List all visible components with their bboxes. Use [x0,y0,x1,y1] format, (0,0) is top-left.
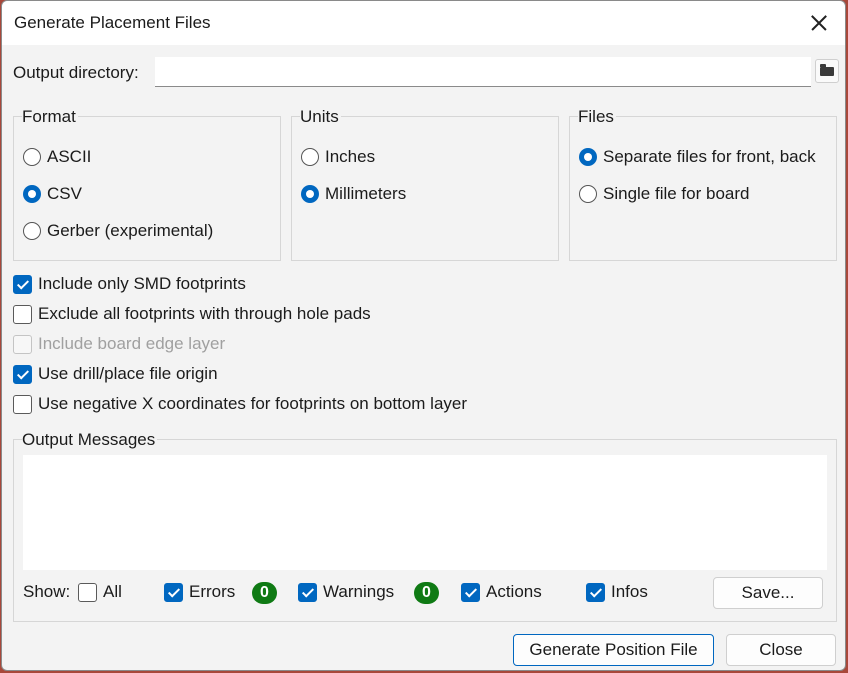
errors-count-badge: 0 [252,582,277,604]
show-infos-checkbox[interactable]: Infos [586,582,648,602]
warnings-count-badge: 0 [414,582,439,604]
dialog-title: Generate Placement Files [14,13,211,32]
checkbox-label: Exclude all footprints with through hole… [38,304,371,323]
radio-indicator [301,148,319,166]
checkbox-indicator [13,334,32,354]
checkbox-indicator [13,394,32,414]
negative-x-checkbox[interactable]: Use negative X coordinates for footprint… [13,394,467,414]
checkbox-indicator [13,274,32,294]
checkbox-label: Warnings [323,582,395,601]
output-messages-title: Output Messages [22,430,158,450]
format-csv-radio[interactable]: CSV [23,184,82,204]
exclude-through-hole-checkbox[interactable]: Exclude all footprints with through hole… [13,304,371,324]
checkbox-label: Use drill/place file origin [38,364,218,383]
radio-label: Separate files for front, back [603,147,816,166]
radio-label: Gerber (experimental) [47,221,214,240]
checkbox-indicator [13,364,32,384]
files-separate-radio[interactable]: Separate files for front, back [579,147,816,167]
radio-label: Millimeters [325,184,407,203]
output-directory-label: Output directory: [13,63,139,82]
radio-indicator [23,222,41,240]
generate-position-file-button[interactable]: Generate Position File [513,634,714,666]
close-button[interactable]: Close [726,634,836,666]
checkbox-label: Include only SMD footprints [38,274,246,293]
radio-indicator [23,185,41,203]
use-drill-origin-checkbox[interactable]: Use drill/place file origin [13,364,218,384]
radio-indicator [23,148,41,166]
checkbox-label: Include board edge layer [38,334,226,353]
radio-label: Single file for board [603,184,750,203]
radio-indicator [579,185,597,203]
placement-dialog: Generate Placement Files Output director… [1,0,846,671]
show-label: Show: [23,582,71,601]
radio-label: CSV [47,184,82,203]
checkbox-label: All [103,582,122,601]
radio-indicator [301,185,319,203]
save-messages-button[interactable]: Save... [713,577,823,609]
checkbox-label: Infos [611,582,648,601]
show-warnings-checkbox[interactable]: Warnings [298,582,394,602]
radio-label: Inches [325,147,376,166]
format-ascii-radio[interactable]: ASCII [23,147,91,167]
units-millimeters-radio[interactable]: Millimeters [301,184,406,204]
files-group-title: Files [578,107,616,127]
show-actions-checkbox[interactable]: Actions [461,582,542,602]
format-gerber-radio[interactable]: Gerber (experimental) [23,221,213,241]
checkbox-indicator [298,582,317,602]
close-icon[interactable] [805,9,835,37]
checkbox-indicator [461,582,480,602]
title-bar: Generate Placement Files [2,1,845,45]
checkbox-label: Actions [486,582,542,601]
checkbox-indicator [586,582,605,602]
checkbox-label: Use negative X coordinates for footprint… [38,394,468,413]
files-single-radio[interactable]: Single file for board [579,184,749,204]
checkbox-indicator [13,304,32,324]
folder-icon [820,64,834,76]
checkbox-label: Errors [189,582,236,601]
show-all-checkbox[interactable]: All [78,582,122,602]
include-smd-checkbox[interactable]: Include only SMD footprints [13,274,246,294]
checkbox-indicator [78,582,97,602]
format-group-title: Format [22,107,78,127]
browse-folder-button[interactable] [815,59,839,83]
units-inches-radio[interactable]: Inches [301,147,375,167]
output-directory-input[interactable] [155,57,811,87]
include-board-edge-checkbox: Include board edge layer [13,334,225,354]
checkbox-indicator [164,582,183,602]
radio-label: ASCII [47,147,92,166]
output-messages-area[interactable] [23,455,827,570]
show-errors-checkbox[interactable]: Errors [164,582,235,602]
radio-indicator [579,148,597,166]
units-group-title: Units [300,107,341,127]
